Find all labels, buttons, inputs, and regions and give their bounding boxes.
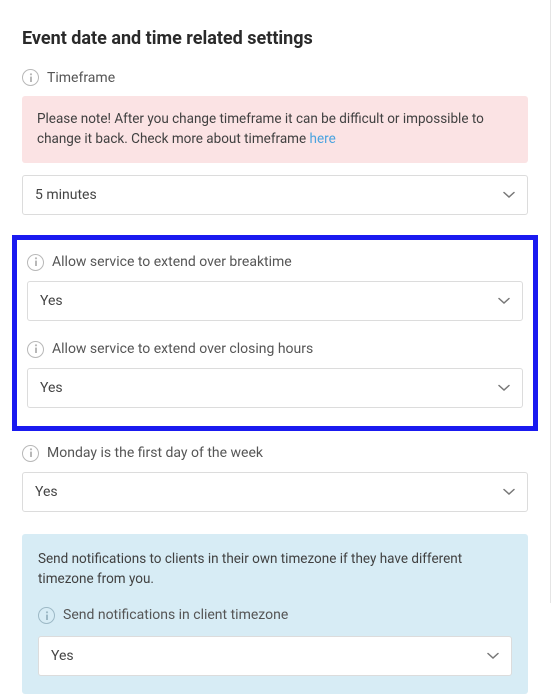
extend-breaktime-label-row: Allow service to extend over breaktime [27, 254, 523, 271]
chevron-down-icon [487, 652, 499, 660]
monday-first-field: Monday is the first day of the week Yes [22, 445, 528, 512]
extend-closing-value: Yes [40, 380, 63, 396]
monday-first-select[interactable]: Yes [22, 472, 528, 512]
client-tz-select[interactable]: Yes [38, 636, 512, 676]
chevron-down-icon [498, 297, 510, 305]
section-heading: Event date and time related settings [22, 28, 528, 49]
client-tz-label-row: Send notifications in client timezone [38, 605, 512, 626]
extend-breaktime-label: Allow service to extend over breaktime [52, 254, 292, 270]
timeframe-select[interactable]: 5 minutes [22, 175, 528, 215]
timeframe-value: 5 minutes [35, 187, 97, 203]
monday-first-label-row: Monday is the first day of the week [22, 445, 528, 462]
extend-breaktime-value: Yes [40, 293, 63, 309]
highlight-box: Allow service to extend over breaktime Y… [12, 235, 538, 431]
chevron-down-icon [503, 488, 515, 496]
timeframe-alert: Please note! After you change timeframe … [22, 96, 528, 163]
chevron-down-icon [503, 191, 515, 199]
extend-closing-label-row: Allow service to extend over closing hou… [27, 341, 523, 358]
chevron-down-icon [498, 384, 510, 392]
info-icon[interactable] [27, 341, 44, 358]
client-tz-panel: Send notifications to clients in their o… [22, 534, 528, 694]
timeframe-field: Timeframe Please note! After you change … [22, 69, 528, 215]
client-tz-value: Yes [51, 646, 74, 667]
timeframe-alert-text: Please note! After you change timeframe … [37, 111, 484, 147]
monday-first-label: Monday is the first day of the week [47, 445, 263, 461]
info-icon[interactable] [27, 254, 44, 271]
client-tz-info-text: Send notifications to clients in their o… [38, 549, 512, 590]
info-icon[interactable] [38, 607, 55, 624]
timeframe-label-row: Timeframe [22, 69, 528, 86]
info-icon[interactable] [22, 69, 39, 86]
extend-closing-label: Allow service to extend over closing hou… [52, 341, 313, 357]
extend-closing-field: Allow service to extend over closing hou… [27, 341, 523, 408]
extend-breaktime-field: Allow service to extend over breaktime Y… [27, 254, 523, 321]
timeframe-alert-link[interactable]: here [310, 131, 336, 147]
timeframe-label: Timeframe [47, 70, 115, 86]
client-tz-label: Send notifications in client timezone [63, 605, 288, 626]
info-icon[interactable] [22, 445, 39, 462]
monday-first-value: Yes [35, 484, 58, 500]
extend-closing-select[interactable]: Yes [27, 368, 523, 408]
extend-breaktime-select[interactable]: Yes [27, 281, 523, 321]
